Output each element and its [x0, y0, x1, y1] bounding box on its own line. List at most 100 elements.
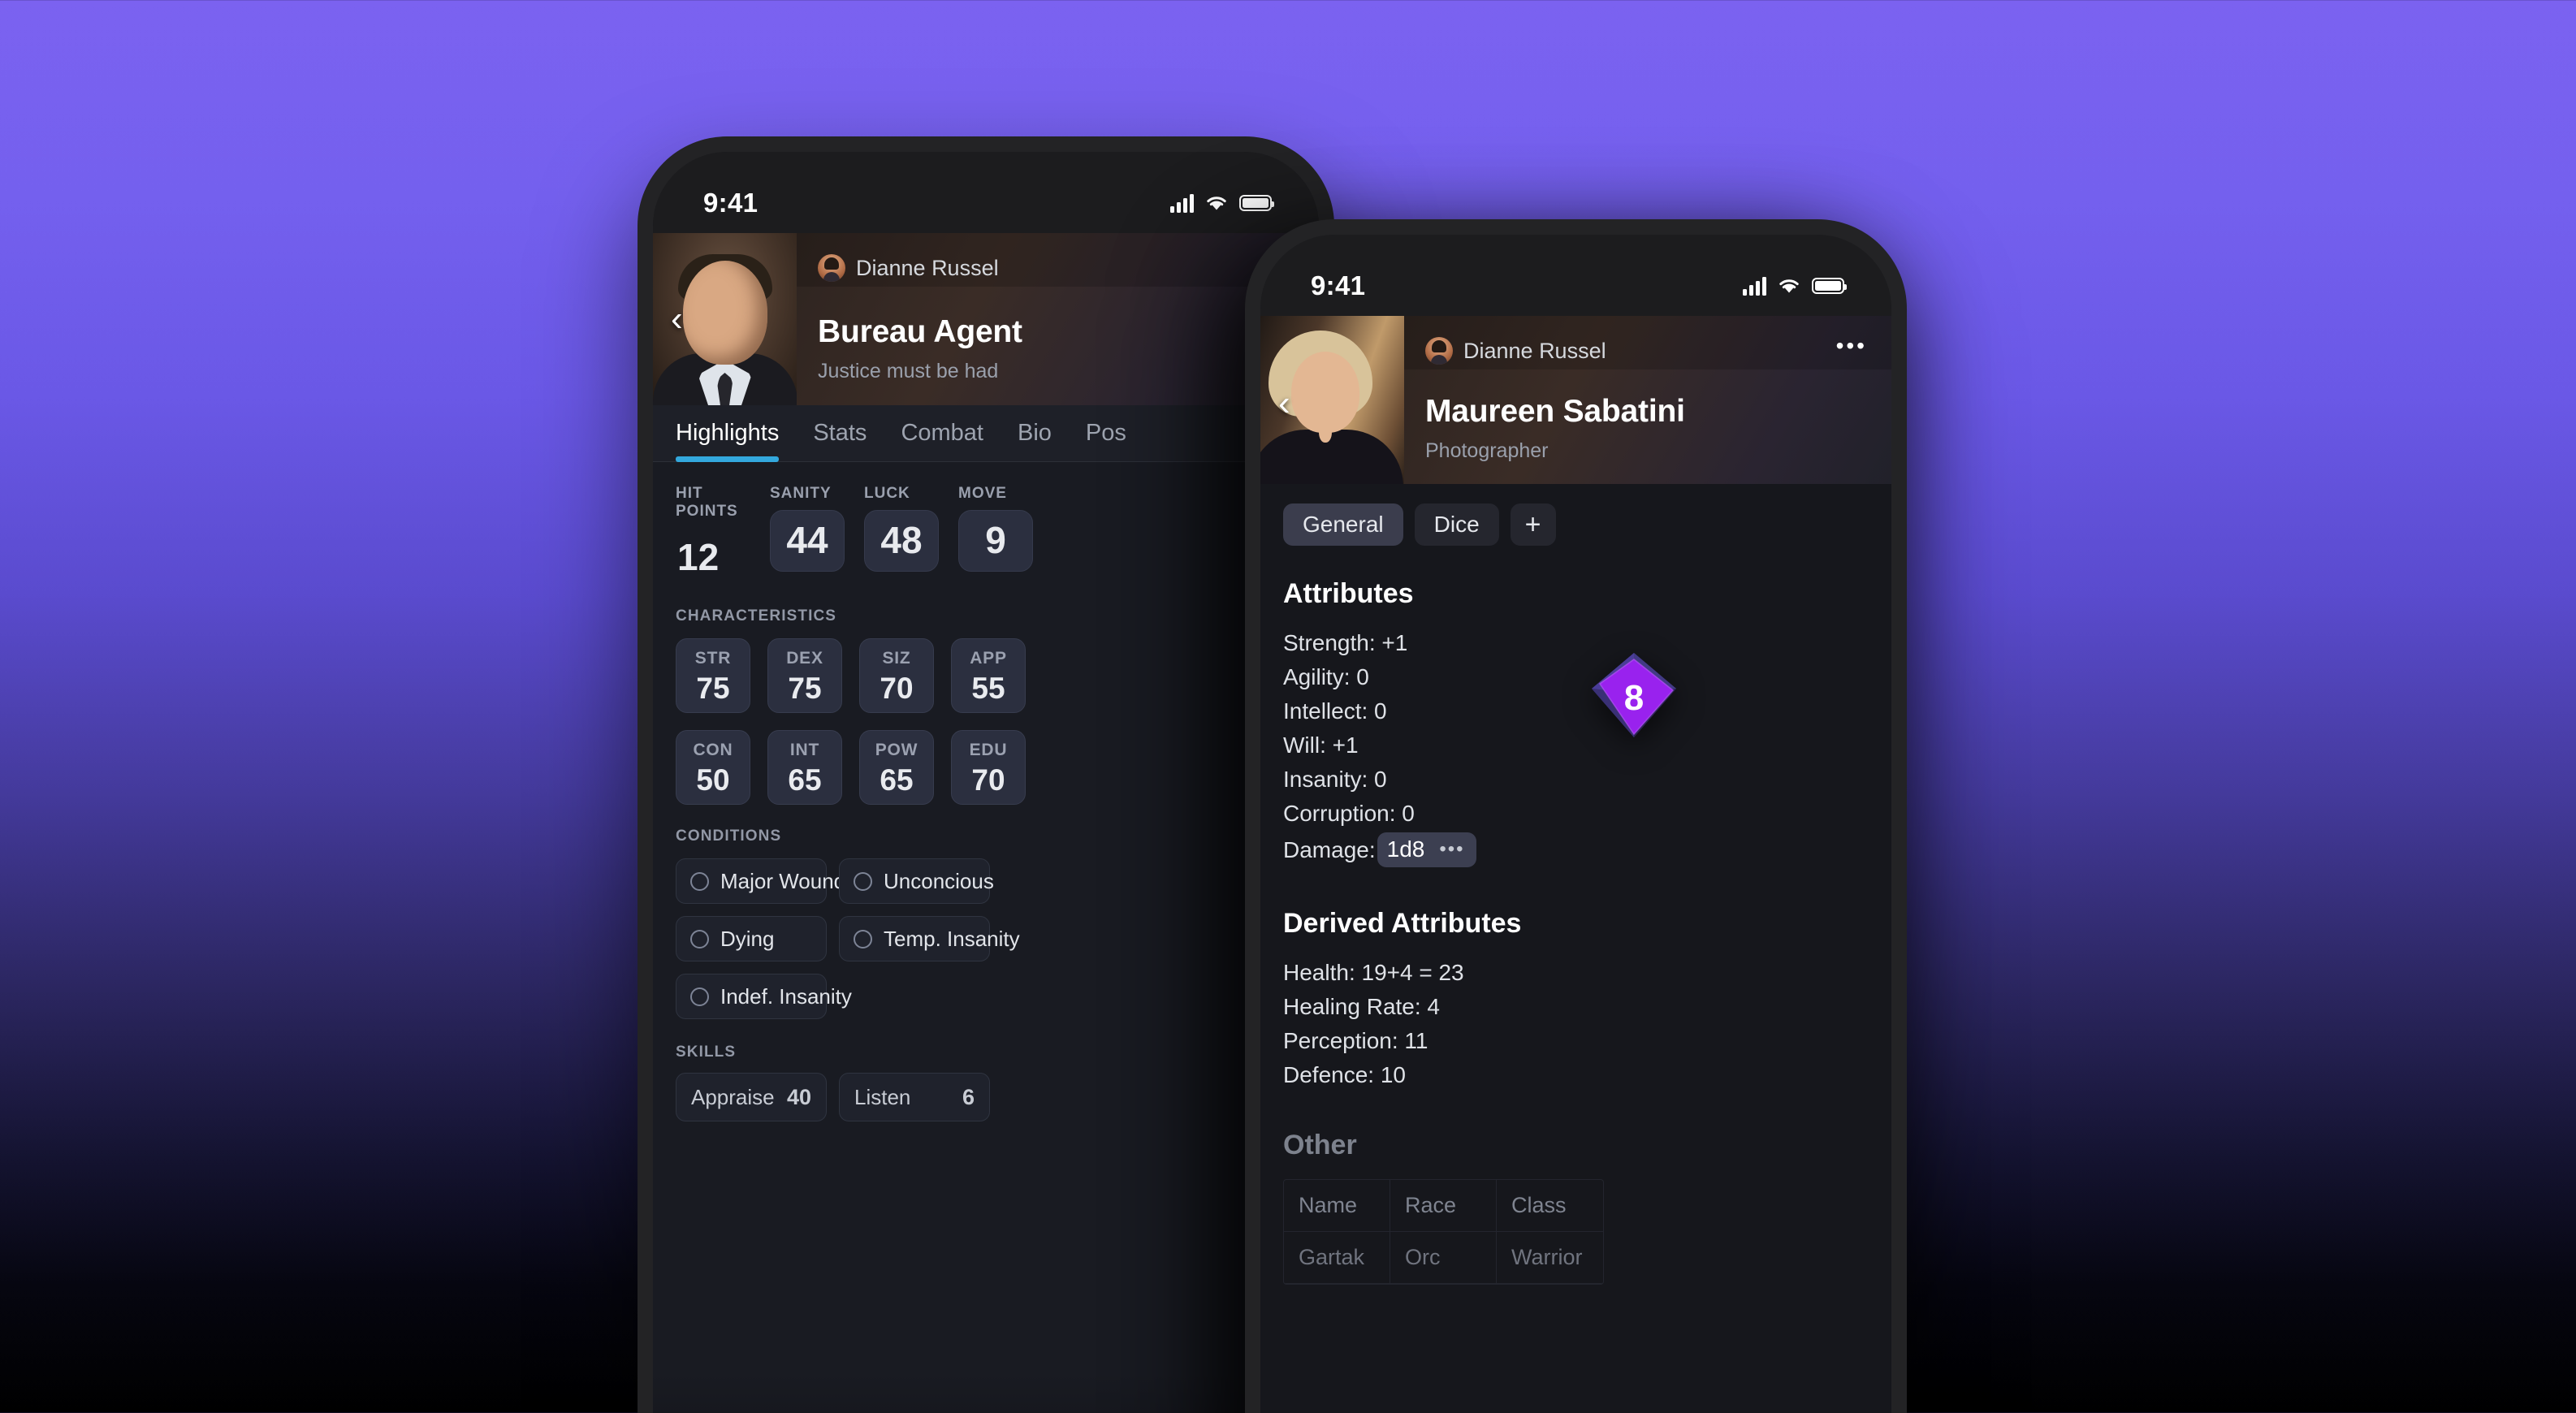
vital-label: HIT POINTS	[676, 485, 738, 520]
d8-die[interactable]: 8	[1585, 646, 1683, 744]
stat-value: 75	[788, 671, 822, 705]
heading-attributes: Attributes	[1283, 578, 1414, 609]
derived-list: Health: 19+4 = 23 Healing Rate: 4 Percep…	[1260, 940, 1891, 1092]
highlights-panel: HIT POINTS 12 SANITY 44 LUCK 48 MOVE 9 C…	[653, 462, 1319, 1413]
tab-bar: Highlights Stats Combat Bio Pos	[653, 405, 1319, 462]
tab-bio[interactable]: Bio	[1018, 420, 1052, 461]
screen-front: 9:41 ‹ Dianne Russel ••• Maureen Sabatin…	[1260, 235, 1891, 1413]
cell-race: Orc	[1390, 1232, 1497, 1284]
vitals-row: HIT POINTS 12 SANITY 44 LUCK 48 MOVE 9	[653, 462, 1319, 588]
die-face-value: 8	[1624, 678, 1644, 718]
status-bar-back: 9:41	[653, 152, 1319, 233]
owner-row[interactable]: Dianne Russel	[797, 233, 1319, 287]
condition-indef-insanity[interactable]: Indef. Insanity	[676, 974, 852, 1019]
stat-app[interactable]: APP 55	[951, 638, 1026, 713]
owner-row[interactable]: Dianne Russel	[1404, 316, 1891, 369]
battery-icon	[1812, 278, 1847, 294]
vital-move[interactable]: MOVE 9	[958, 485, 1033, 588]
derived-healing-rate: Healing Rate: 4	[1283, 994, 1441, 1019]
heading-other: Other	[1283, 1130, 1357, 1160]
stat-label: SIZ	[882, 648, 911, 668]
character-subtitle: Justice must be had	[818, 360, 999, 382]
condition-label: Temp. Insanity	[884, 926, 1020, 951]
cell-class: Warrior	[1497, 1232, 1603, 1284]
tab-highlights[interactable]: Highlights	[676, 420, 780, 462]
add-tab-button[interactable]: +	[1510, 503, 1556, 546]
table-header-row: Name Race Class	[1284, 1180, 1603, 1232]
damage-more-icon[interactable]: •••	[1439, 839, 1464, 859]
vital-value: 44	[770, 510, 845, 572]
damage-roll-chip[interactable]: 1d8 •••	[1377, 832, 1476, 867]
stat-str[interactable]: STR 75	[676, 638, 750, 713]
vital-value: 12	[677, 536, 720, 578]
character-subtitle: Photographer	[1425, 439, 1549, 462]
condition-label: Unconcious	[884, 868, 994, 893]
stat-label: STR	[694, 648, 732, 668]
cell-name: Gartak	[1284, 1232, 1390, 1284]
condition-unconcious[interactable]: Unconcious	[839, 858, 994, 904]
derived-health: Health: 19+4 = 23	[1283, 960, 1464, 985]
tab-stats[interactable]: Stats	[813, 420, 867, 461]
status-bar-front: 9:41	[1260, 235, 1891, 316]
tab-possessions[interactable]: Pos	[1086, 420, 1126, 461]
pill-tab-row: General Dice +	[1260, 484, 1891, 546]
stat-value: 55	[971, 671, 1005, 705]
skill-value: 40	[786, 1084, 811, 1109]
section-label-characteristics: CHARACTERISTICS	[676, 607, 837, 624]
bottom-fade	[653, 1372, 1319, 1413]
column-header-race: Race	[1390, 1180, 1497, 1232]
radio-icon[interactable]	[690, 987, 709, 1006]
status-indicators	[1170, 193, 1274, 213]
stat-edu[interactable]: EDU 70	[951, 730, 1026, 805]
stat-con[interactable]: CON 50	[676, 730, 750, 805]
battery-icon	[1239, 195, 1274, 211]
vital-sanity[interactable]: SANITY 44	[770, 485, 845, 588]
tab-dice[interactable]: Dice	[1414, 503, 1499, 546]
skill-listen[interactable]: Listen 6	[839, 1073, 990, 1121]
stat-dex[interactable]: DEX 75	[767, 638, 842, 713]
condition-temp-insanity[interactable]: Temp. Insanity	[839, 916, 1020, 961]
owner-name: Dianne Russel	[856, 255, 999, 280]
stat-value: 50	[696, 763, 730, 797]
character-portrait: ‹	[1260, 316, 1404, 484]
skills-grid: Appraise 40 Listen 6	[653, 1061, 1319, 1121]
skill-appraise[interactable]: Appraise 40	[676, 1073, 827, 1121]
radio-icon[interactable]	[854, 929, 872, 948]
derived-perception: Perception: 11	[1283, 1028, 1428, 1053]
character-header-back: ‹ Dianne Russel Bureau Agent Justice mus…	[653, 233, 1319, 405]
signal-bars-icon	[1170, 193, 1194, 213]
tab-general[interactable]: General	[1283, 503, 1403, 546]
skill-name: Listen	[854, 1084, 911, 1109]
stat-value: 70	[971, 763, 1005, 797]
back-button[interactable]: ‹	[671, 301, 683, 337]
attribute-corruption: Corruption: 0	[1283, 801, 1415, 826]
status-time: 9:41	[703, 188, 759, 218]
vital-value: 48	[864, 510, 939, 572]
stat-pow[interactable]: POW 65	[859, 730, 934, 805]
screen-back: 9:41 ‹ Dianne Russel Bureau Agent Justic…	[653, 152, 1319, 1413]
stat-label: APP	[970, 648, 1007, 668]
wifi-icon	[1207, 197, 1226, 210]
status-indicators	[1743, 276, 1847, 296]
table-row[interactable]: Gartak Orc Warrior	[1284, 1232, 1603, 1284]
condition-label: Indef. Insanity	[720, 983, 852, 1009]
stat-value: 70	[880, 671, 914, 705]
stat-siz[interactable]: SIZ 70	[859, 638, 934, 713]
tab-combat[interactable]: Combat	[901, 420, 983, 461]
radio-icon[interactable]	[690, 871, 709, 891]
column-header-class: Class	[1497, 1180, 1603, 1232]
section-label-skills: SKILLS	[676, 1044, 737, 1061]
stat-int[interactable]: INT 65	[767, 730, 842, 805]
radio-icon[interactable]	[690, 929, 709, 948]
condition-dying[interactable]: Dying	[676, 916, 827, 961]
characteristics-grid: STR 75 DEX 75 SIZ 70 APP 55 CON 50 INT 6…	[653, 625, 1319, 805]
column-header-name: Name	[1284, 1180, 1390, 1232]
condition-major-wound[interactable]: Major Wound	[676, 858, 845, 904]
vital-luck[interactable]: LUCK 48	[864, 485, 939, 588]
vital-hit-points[interactable]: HIT POINTS 12	[676, 485, 750, 588]
avatar	[1425, 337, 1453, 365]
back-button[interactable]: ‹	[1278, 386, 1290, 421]
radio-icon[interactable]	[854, 871, 872, 891]
damage-value: 1d8	[1386, 836, 1425, 862]
character-meta: Dianne Russel ••• Maureen Sabatini Photo…	[1404, 316, 1891, 484]
